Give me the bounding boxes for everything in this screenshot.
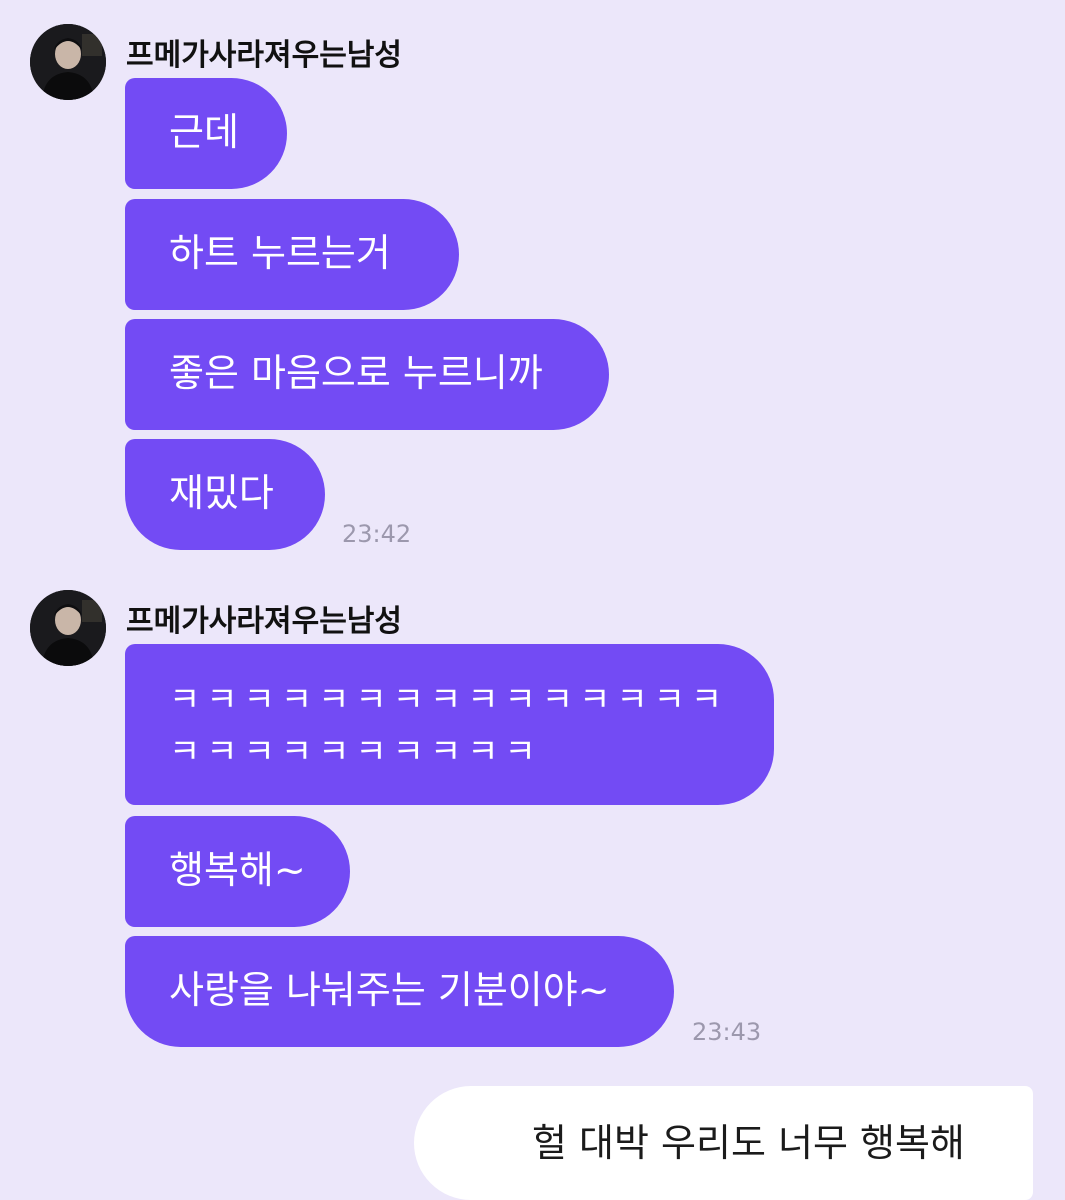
message-bubble[interactable]: ㅋㅋㅋㅋㅋㅋㅋㅋㅋㅋㅋㅋㅋㅋㅋㅋㅋㅋㅋㅋㅋㅋㅋㅋㅋ	[125, 644, 774, 805]
message-timestamp: 23:42	[342, 520, 412, 548]
sender-name: 프메가사라져우는남성	[126, 604, 402, 639]
person-photo-icon	[30, 590, 106, 666]
message-bubble[interactable]: 근데	[125, 78, 287, 189]
message-bubble[interactable]: 행복해~	[125, 816, 350, 927]
message-bubble[interactable]: 재밌다	[125, 439, 325, 550]
message-bubble[interactable]: 사랑을 나눠주는 기분이야~	[125, 936, 674, 1047]
sender-name: 프메가사라져우는남성	[126, 38, 402, 73]
message-bubble[interactable]: 하트 누르는거	[125, 199, 459, 310]
person-photo-icon	[30, 24, 106, 100]
my-message-bubble[interactable]: 헐 대박 우리도 너무 행복해	[414, 1086, 1033, 1200]
avatar[interactable]	[30, 24, 106, 100]
avatar[interactable]	[30, 590, 106, 666]
message-timestamp: 23:43	[692, 1018, 762, 1046]
message-bubble[interactable]: 좋은 마음으로 누르니까	[125, 319, 609, 430]
